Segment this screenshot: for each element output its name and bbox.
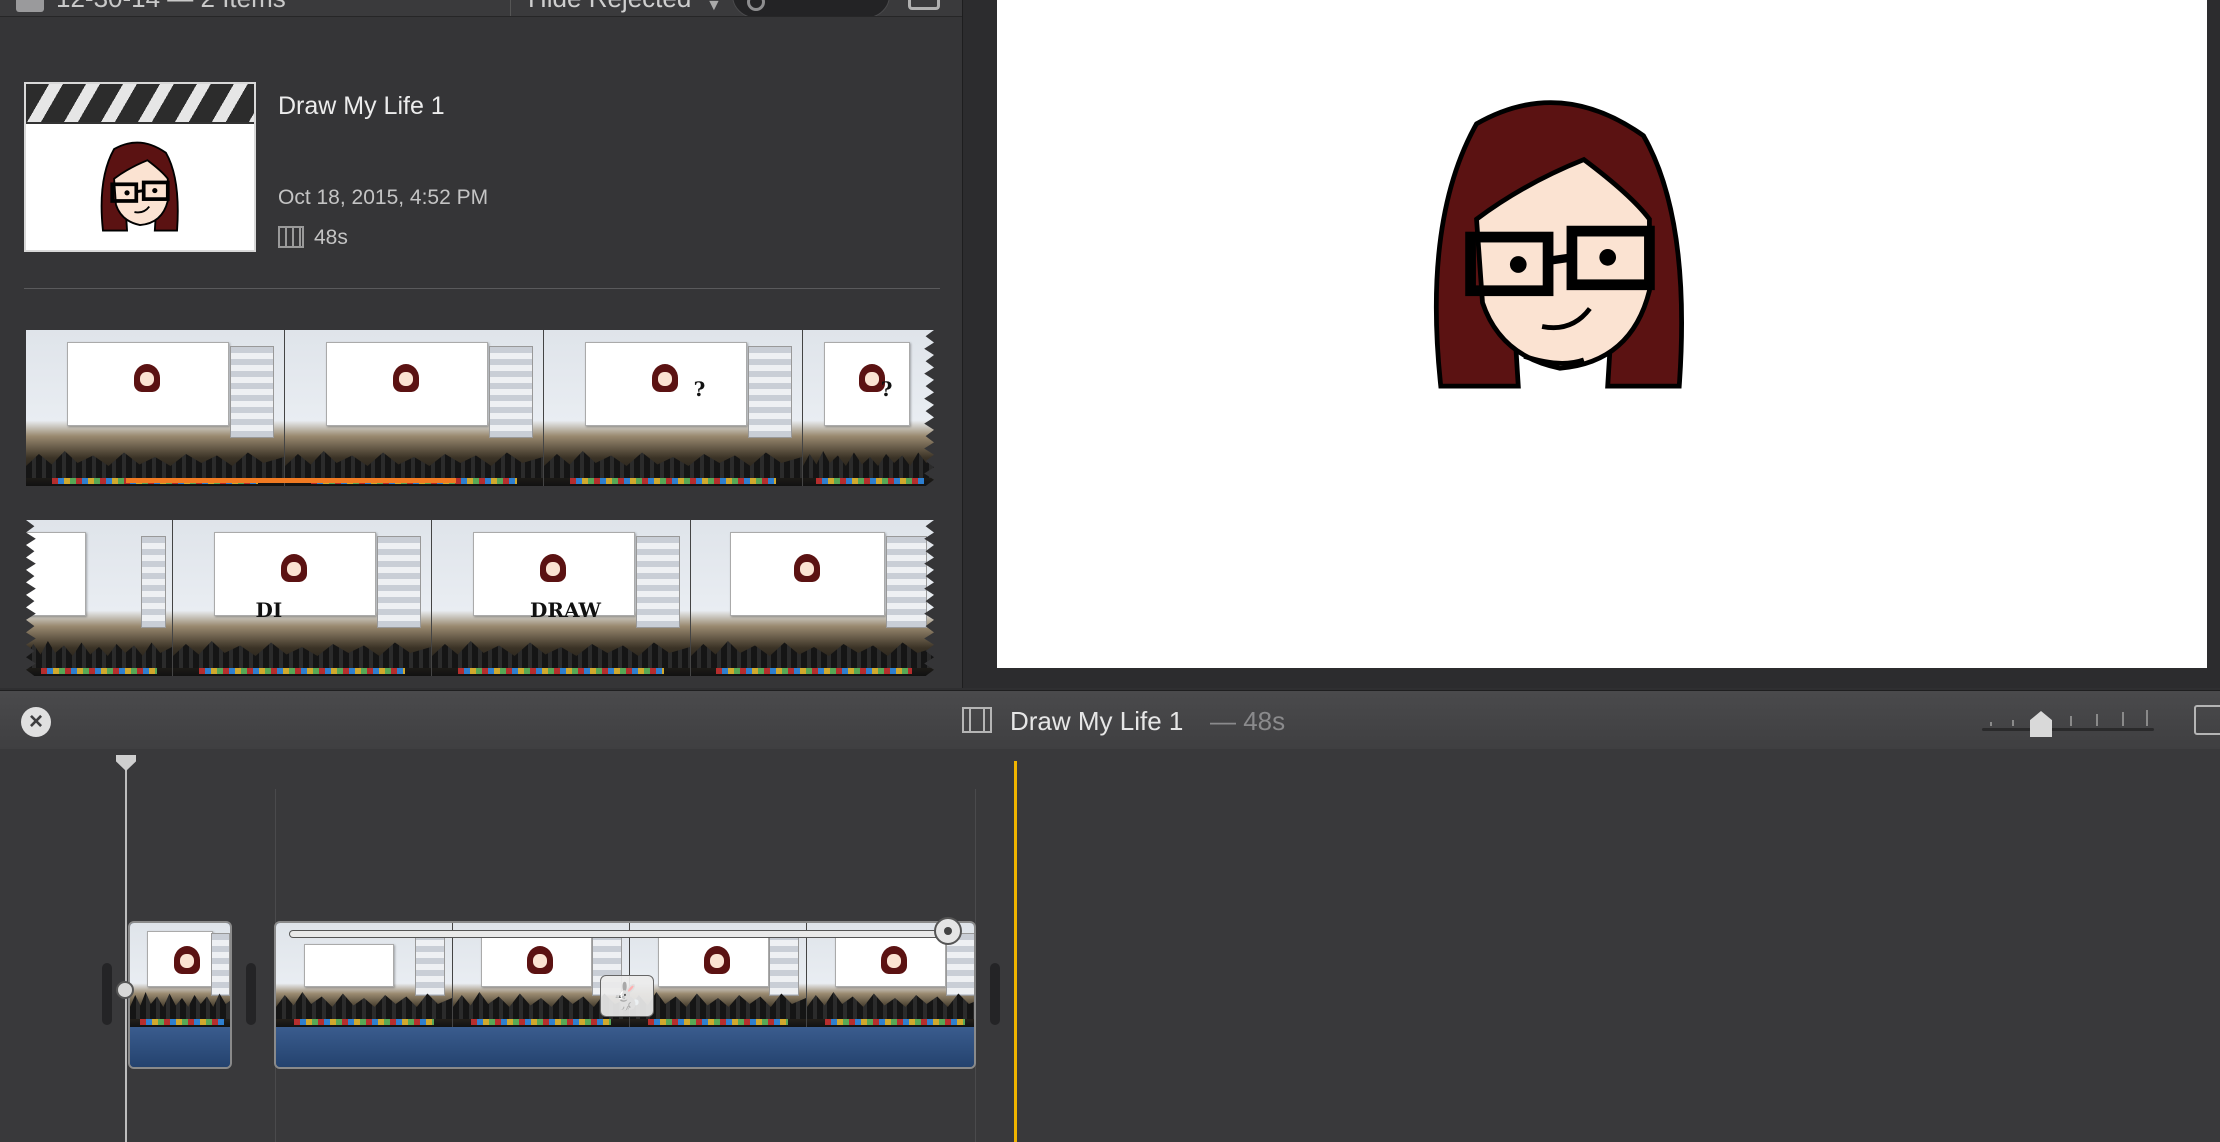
search-icon — [747, 0, 765, 11]
playhead[interactable] — [125, 761, 127, 1142]
clip-frame[interactable] — [285, 330, 544, 486]
filter-dropdown[interactable]: Hide Rejected — [528, 0, 691, 14]
clip-frame[interactable]: ? — [544, 330, 803, 486]
search-input[interactable] — [732, 0, 890, 16]
clapperboard-icon — [26, 84, 254, 124]
film-icon — [278, 226, 304, 248]
project-duration: 48s — [314, 226, 348, 249]
clip-frame[interactable]: ? — [803, 330, 934, 486]
frame-scribble: ? — [880, 376, 893, 401]
import-icon[interactable] — [908, 0, 940, 10]
timeline-header: × Draw My Life 1 — 48s — [0, 690, 2220, 750]
frame-scribble: DRAW — [530, 598, 601, 622]
event-browser: 12-30-14 — 2 Items Hide Rejected ▼ Draw … — [0, 0, 963, 688]
transition-handle[interactable] — [246, 963, 256, 1025]
divider — [24, 288, 940, 289]
timeline-duration: — 48s — [1210, 706, 1286, 736]
clip-frame[interactable]: DI — [173, 520, 432, 676]
timeline-title: Draw My Life 1 — [1010, 706, 1184, 736]
clip-frame[interactable] — [691, 520, 934, 676]
settings-icon[interactable] — [2194, 705, 2220, 735]
timeline[interactable]: 🐇 — [0, 749, 2220, 1142]
zoom-slider-thumb[interactable] — [2030, 711, 2052, 737]
speed-handle[interactable] — [934, 917, 962, 945]
chevron-down-icon[interactable]: ▼ — [706, 0, 722, 15]
toolbar-divider — [510, 0, 511, 16]
rabbit-speed-icon[interactable]: 🐇 — [600, 975, 654, 1017]
clip-filmstrip[interactable]: DI DRAW — [26, 520, 934, 676]
close-icon[interactable]: × — [21, 707, 51, 737]
viewer — [963, 0, 2220, 688]
timeline-clip[interactable] — [128, 921, 232, 1069]
star-icon[interactable] — [16, 0, 44, 12]
clip-audio-track[interactable] — [276, 1027, 974, 1067]
transition-handle[interactable] — [990, 963, 1000, 1025]
speed-bar[interactable] — [290, 931, 952, 937]
clip-frame[interactable]: DRAW — [432, 520, 691, 676]
viewer-canvas[interactable] — [997, 0, 2207, 668]
browser-toolbar: 12-30-14 — 2 Items Hide Rejected ▼ — [0, 0, 962, 17]
used-range-bar — [126, 478, 456, 483]
playhead-handle[interactable] — [116, 755, 136, 771]
project-date: Oct 18, 2015, 4:52 PM — [278, 186, 489, 209]
frame-scribble: ? — [693, 376, 706, 401]
zoom-slider[interactable] — [1982, 710, 2154, 731]
clip-audio-track[interactable] — [130, 1027, 230, 1067]
avatar-drawing — [1433, 100, 1684, 389]
frame-scribble: DI — [255, 598, 283, 622]
event-title: 12-30-14 — 2 Items — [56, 0, 286, 14]
clip-frame[interactable] — [26, 520, 173, 676]
project-name[interactable]: Draw My Life 1 — [278, 92, 445, 121]
avatar-drawing — [100, 141, 179, 232]
clip-filmstrip[interactable]: ? ? — [26, 330, 934, 486]
trim-handle[interactable] — [116, 981, 134, 999]
transition-handle[interactable] — [102, 963, 112, 1025]
project-thumbnail[interactable] — [24, 82, 256, 252]
film-icon — [962, 707, 992, 733]
clip-frame[interactable] — [26, 330, 285, 486]
skimmer — [1014, 761, 1017, 1142]
